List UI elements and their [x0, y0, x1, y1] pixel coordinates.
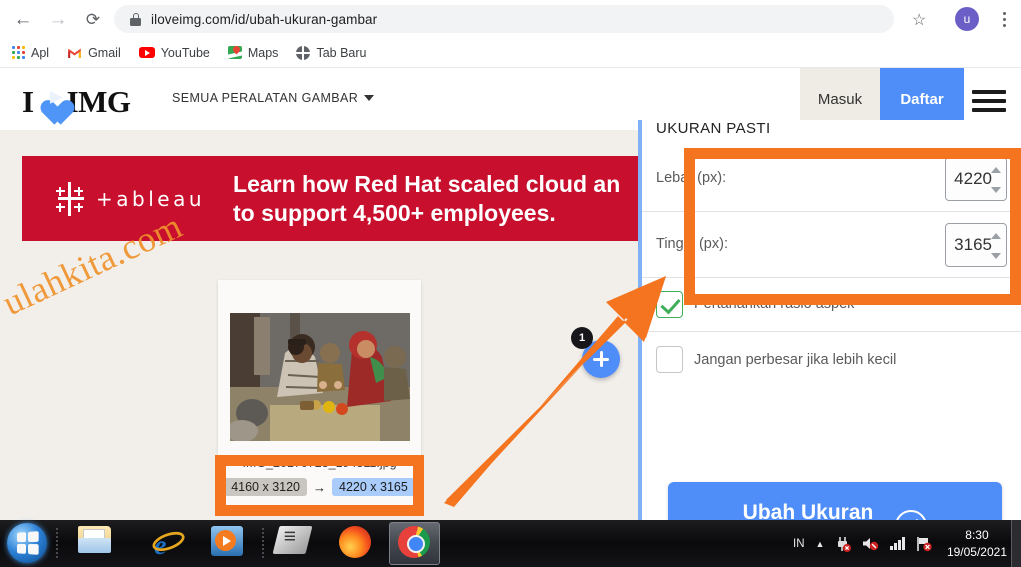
language-indicator[interactable]: IN: [793, 538, 805, 550]
gmail-icon: [68, 48, 81, 58]
taskbar-separator: [262, 528, 264, 560]
bookmark-maps[interactable]: Maps: [227, 45, 279, 60]
internet-explorer-icon[interactable]: e: [150, 526, 185, 561]
no-enlarge-label: Jangan perbesar jika lebih kecil: [694, 352, 897, 368]
kebab-menu-icon[interactable]: [996, 8, 1012, 30]
forward-icon[interactable]: →: [45, 6, 71, 32]
aspect-ratio-checkbox[interactable]: [656, 291, 683, 318]
url-text: iloveimg.com/id/ubah-ukuran-gambar: [151, 11, 378, 27]
browser-toolbar: ← → ⟳ iloveimg.com/id/ubah-ukuran-gambar…: [0, 0, 1021, 38]
tableau-logo: +ableau: [54, 181, 206, 216]
bookmark-youtube[interactable]: YouTube: [138, 45, 210, 60]
windows-media-player-icon[interactable]: [211, 526, 246, 561]
avatar[interactable]: u: [955, 7, 979, 31]
ad-text-line1: Learn how Red Hat scaled cloud an: [233, 170, 621, 197]
bookmarks-bar: Apl Gmail YouTube Maps Tab Baru: [0, 38, 1021, 68]
site-logo[interactable]: I IMG: [22, 84, 131, 120]
bookmark-label: Gmail: [88, 45, 121, 60]
annotation-rect-size: [215, 455, 424, 516]
taskbar: e IN ▲: [0, 520, 1021, 567]
flag-error-icon[interactable]: [916, 536, 932, 552]
apps-grid-icon: [12, 46, 25, 59]
volume-muted-icon[interactable]: [862, 536, 879, 551]
maps-icon: [227, 46, 242, 59]
arrow-right-circle-icon: [895, 509, 928, 520]
clock-time: 8:30: [965, 528, 989, 543]
all-image-tools-label: SEMUA PERALATAN GAMBAR: [172, 91, 359, 105]
windows-start-orb-icon[interactable]: [7, 523, 47, 563]
globe-icon: [296, 45, 311, 60]
firefox-icon[interactable]: [339, 526, 374, 561]
advertisement-banner[interactable]: +ableau Learn how Red Hat scaled cloud a…: [22, 156, 642, 241]
chevron-down-icon: [364, 95, 375, 101]
no-enlarge-row[interactable]: Jangan perbesar jika lebih kecil: [642, 332, 1021, 388]
screen: ← → ⟳ iloveimg.com/id/ubah-ukuran-gambar…: [0, 0, 1021, 567]
back-icon[interactable]: ←: [10, 6, 36, 32]
clock[interactable]: 8:30 19/05/2021: [947, 527, 1007, 559]
bookmark-new-tab[interactable]: Tab Baru: [296, 45, 367, 60]
bookmark-label: Maps: [247, 45, 279, 60]
resize-button-line1: Ubah Ukuran: [742, 501, 874, 520]
chevron-up-icon[interactable]: ▲: [816, 539, 825, 549]
file-explorer-icon[interactable]: [78, 526, 113, 561]
image-thumbnail: [230, 313, 410, 441]
annotation-rect-inputs: [684, 148, 1021, 305]
system-tray: IN ▲ 8:30 19/05/2021: [793, 520, 1015, 567]
all-image-tools-menu[interactable]: SEMUA PERALATAN GAMBAR: [172, 91, 375, 105]
logo-text-right: IMG: [66, 84, 131, 119]
tableau-wordmark: +ableau: [96, 186, 206, 211]
bookmark-apps[interactable]: Apl: [12, 46, 49, 60]
taskbar-separator: [56, 528, 58, 560]
bookmark-label: Apl: [31, 45, 50, 60]
star-icon[interactable]: ☆: [912, 10, 926, 30]
bookmark-label: Tab Baru: [316, 45, 367, 60]
google-chrome-icon[interactable]: [398, 526, 433, 561]
logo-text-left: I: [22, 84, 34, 119]
clock-date: 19/05/2021: [946, 544, 1007, 559]
youtube-icon: [138, 47, 155, 58]
bookmark-label: YouTube: [160, 45, 210, 60]
heart-icon: [35, 88, 66, 116]
image-count-badge: 1: [571, 327, 593, 349]
power-plug-error-icon[interactable]: [835, 536, 852, 552]
hamburger-menu-icon[interactable]: [972, 90, 1006, 112]
reload-icon[interactable]: ⟳: [80, 6, 106, 32]
ad-text-line2: to support 4,500+ employees.: [233, 199, 556, 226]
lock-icon: [130, 12, 141, 26]
ad-text: Learn how Red Hat scaled cloud an to sup…: [233, 170, 620, 228]
panel-title: UKURAN PASTI: [656, 120, 771, 137]
no-enlarge-checkbox[interactable]: [656, 346, 683, 373]
signal-bars-icon[interactable]: [890, 537, 905, 550]
resize-button-label: Ubah Ukuran GAMBAR: [743, 500, 874, 520]
address-bar[interactable]: iloveimg.com/id/ubah-ukuran-gambar: [114, 5, 894, 33]
tableau-mark-icon: [54, 181, 88, 216]
show-desktop-button[interactable]: [1011, 520, 1021, 567]
bookmark-gmail[interactable]: Gmail: [67, 46, 121, 60]
resize-image-button[interactable]: Ubah Ukuran GAMBAR: [668, 482, 1002, 520]
winamp-icon[interactable]: [272, 526, 313, 561]
